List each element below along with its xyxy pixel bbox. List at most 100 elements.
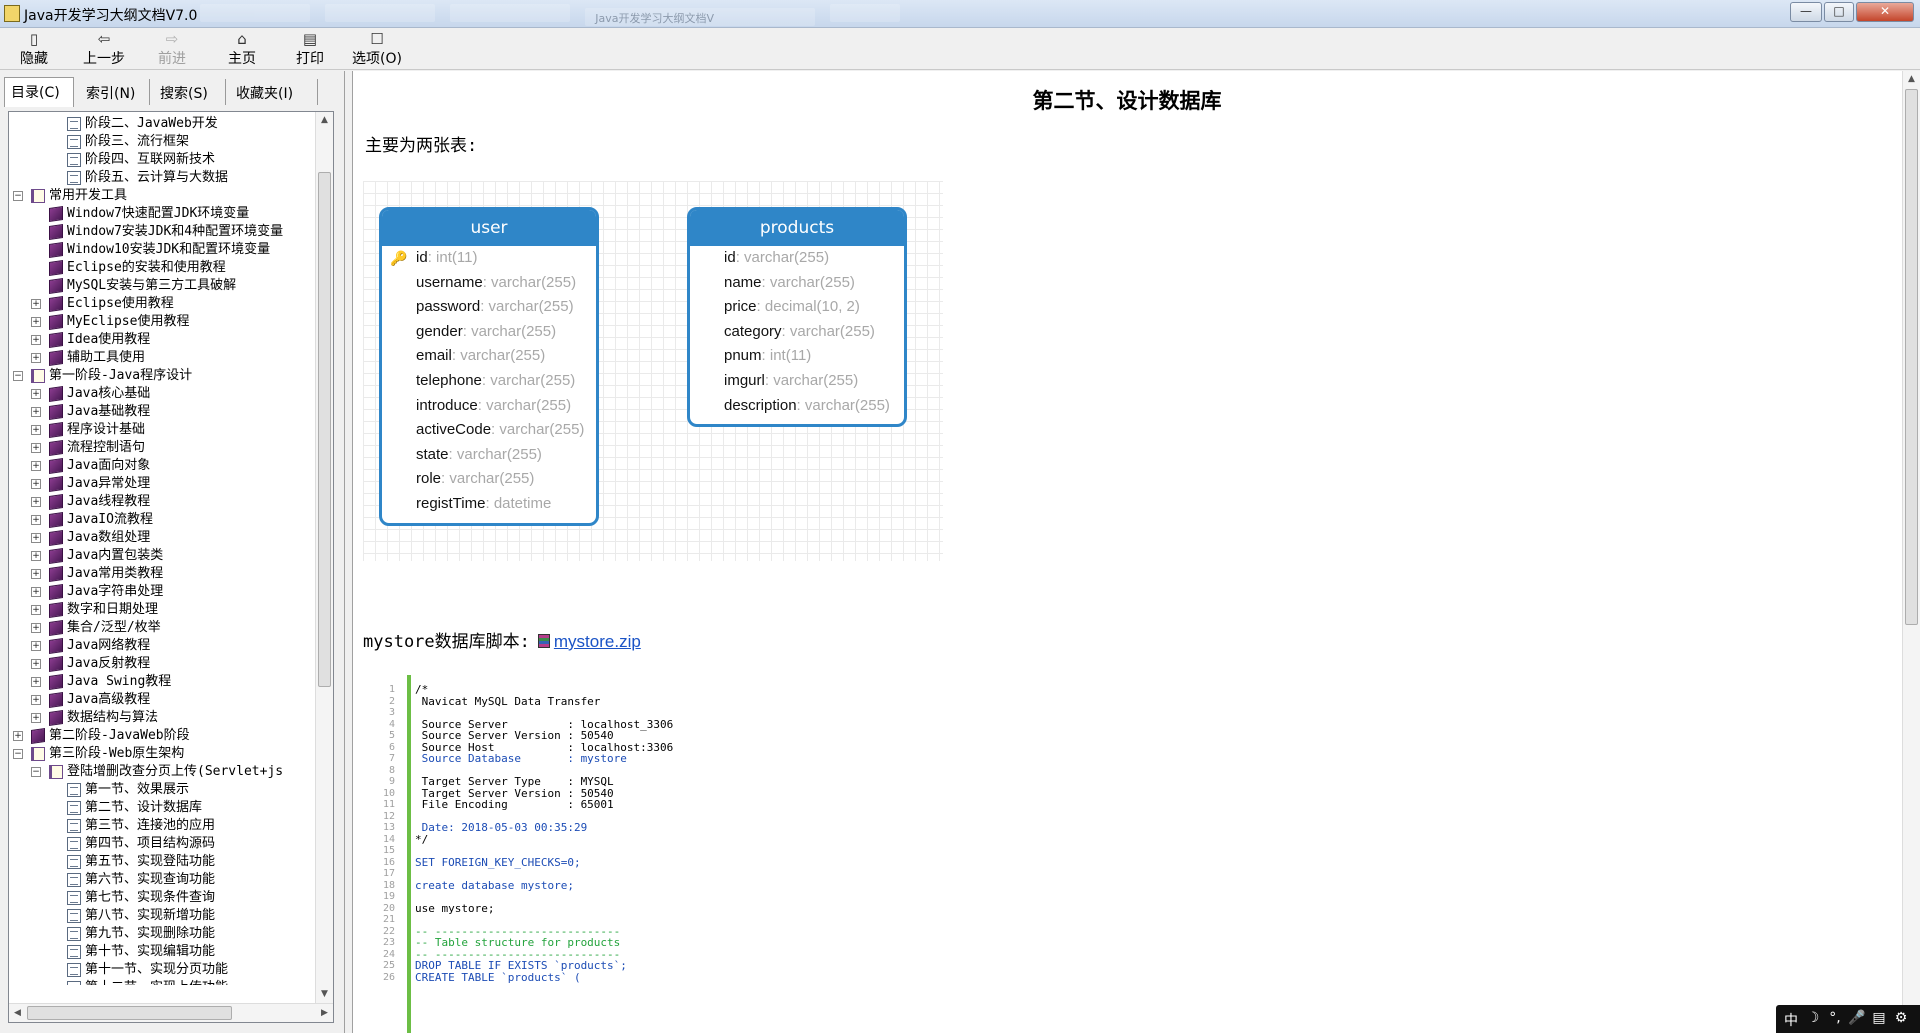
tree-item[interactable]: + Java Swing教程	[9, 673, 315, 691]
tab-contents[interactable]: 目录(C)	[4, 77, 74, 107]
tree-item[interactable]: 第六节、实现查询功能	[9, 871, 315, 889]
tree-item[interactable]: − 登陆增删改查分页上传(Servlet+js	[9, 763, 315, 781]
tab-favorites[interactable]: 收藏夹(I)	[230, 79, 318, 105]
tree-item[interactable]: + Idea使用教程	[9, 331, 315, 349]
scroll-left-arrow-icon[interactable]: ◀	[9, 1004, 26, 1022]
content-scroll-thumb[interactable]	[1905, 89, 1918, 625]
tree-item[interactable]: 阶段四、互联网新技术	[9, 151, 315, 169]
collapse-toggle-icon[interactable]: −	[13, 191, 23, 201]
tree-item[interactable]: + 辅助工具使用	[9, 349, 315, 367]
tree-item[interactable]: + Java线程教程	[9, 493, 315, 511]
tree-item[interactable]: 第十节、实现编辑功能	[9, 943, 315, 961]
ime-mode-icon[interactable]: 中	[1782, 1010, 1800, 1030]
tree-item[interactable]: + Eclipse使用教程	[9, 295, 315, 313]
expand-toggle-icon[interactable]: +	[31, 551, 41, 561]
expand-toggle-icon[interactable]: +	[31, 299, 41, 309]
print-button[interactable]: ▤ 打印	[280, 30, 340, 68]
tree-item[interactable]: Window10安装JDK和配置环境变量	[9, 241, 315, 259]
tree-item[interactable]: 第七节、实现条件查询	[9, 889, 315, 907]
expand-toggle-icon[interactable]: +	[31, 389, 41, 399]
expand-toggle-icon[interactable]: +	[31, 407, 41, 417]
moon-icon[interactable]: ☽	[1804, 1010, 1822, 1026]
scroll-right-arrow-icon[interactable]: ▶	[316, 1004, 333, 1022]
expand-toggle-icon[interactable]: +	[31, 569, 41, 579]
tree-item[interactable]: MySQL安装与第三方工具破解	[9, 277, 315, 295]
tree-item[interactable]: + 流程控制语句	[9, 439, 315, 457]
expand-toggle-icon[interactable]: +	[31, 659, 41, 669]
collapse-toggle-icon[interactable]: −	[31, 767, 41, 777]
tree-item[interactable]: 第三节、连接池的应用	[9, 817, 315, 835]
tree-item[interactable]: Window7安装JDK和4种配置环境变量	[9, 223, 315, 241]
expand-toggle-icon[interactable]: +	[31, 335, 41, 345]
tree-item[interactable]: + Java反射教程	[9, 655, 315, 673]
tree-item[interactable]: + Java核心基础	[9, 385, 315, 403]
tree-horizontal-scrollbar[interactable]: ◀ ▶	[9, 1003, 333, 1022]
tree-item[interactable]: 第一节、效果展示	[9, 781, 315, 799]
tab-index[interactable]: 索引(N)	[80, 79, 150, 105]
expand-toggle-icon[interactable]: +	[31, 677, 41, 687]
expand-toggle-icon[interactable]: +	[31, 515, 41, 525]
expand-toggle-icon[interactable]: +	[31, 353, 41, 363]
expand-toggle-icon[interactable]: +	[31, 425, 41, 435]
tree-item[interactable]: Window7快速配置JDK环境变量	[9, 205, 315, 223]
collapse-toggle-icon[interactable]: −	[13, 749, 23, 759]
tree-item[interactable]: + MyEclipse使用教程	[9, 313, 315, 331]
back-button[interactable]: ⇦ 上一步	[74, 30, 134, 68]
tab-search[interactable]: 搜索(S)	[154, 79, 226, 105]
expand-toggle-icon[interactable]: +	[13, 731, 23, 741]
expand-toggle-icon[interactable]: +	[31, 461, 41, 471]
tree-item[interactable]: − 第三阶段-Web原生架构	[9, 745, 315, 763]
tree-item[interactable]: + Java基础教程	[9, 403, 315, 421]
tree-item[interactable]: + 数字和日期处理	[9, 601, 315, 619]
hide-button[interactable]: ▯ 隐藏	[4, 30, 64, 68]
collapse-toggle-icon[interactable]: −	[13, 371, 23, 381]
tree-item[interactable]: + Java面向对象	[9, 457, 315, 475]
expand-toggle-icon[interactable]: +	[31, 641, 41, 651]
settings-gear-icon[interactable]: ⚙	[1892, 1010, 1910, 1026]
expand-toggle-icon[interactable]: +	[31, 587, 41, 597]
tree-item[interactable]: + Java异常处理	[9, 475, 315, 493]
tree-item[interactable]: + JavaIO流教程	[9, 511, 315, 529]
home-button[interactable]: ⌂ 主页	[212, 30, 272, 68]
tree-item[interactable]: Eclipse的安装和使用教程	[9, 259, 315, 277]
expand-toggle-icon[interactable]: +	[31, 479, 41, 489]
tree-item[interactable]: 第十二节、实现上传功能	[9, 979, 315, 985]
expand-toggle-icon[interactable]: +	[31, 533, 41, 543]
tree-item[interactable]: − 常用开发工具	[9, 187, 315, 205]
punctuation-icon[interactable]: °,	[1826, 1010, 1844, 1026]
tree-item[interactable]: + 程序设计基础	[9, 421, 315, 439]
tree-item[interactable]: + 数据结构与算法	[9, 709, 315, 727]
expand-toggle-icon[interactable]: +	[31, 497, 41, 507]
tree-item[interactable]: 阶段三、流行框架	[9, 133, 315, 151]
tree-item[interactable]: 第二节、设计数据库	[9, 799, 315, 817]
expand-toggle-icon[interactable]: +	[31, 317, 41, 327]
expand-toggle-icon[interactable]: +	[31, 713, 41, 723]
mystore-zip-link[interactable]: mystore.zip	[554, 632, 641, 651]
forward-button[interactable]: ⇨ 前进	[142, 30, 202, 68]
tree-item[interactable]: + 集合/泛型/枚举	[9, 619, 315, 637]
expand-toggle-icon[interactable]: +	[31, 623, 41, 633]
content-vertical-scrollbar[interactable]: ▲	[1902, 71, 1920, 1033]
maximize-button[interactable]: □	[1824, 2, 1854, 22]
tree-item[interactable]: + Java内置包装类	[9, 547, 315, 565]
tree-scroll-thumb[interactable]	[318, 172, 331, 687]
expand-toggle-icon[interactable]: +	[31, 695, 41, 705]
tree-hscroll-thumb[interactable]	[27, 1006, 232, 1020]
tree-item[interactable]: + Java网络教程	[9, 637, 315, 655]
tree-item[interactable]: 第十一节、实现分页功能	[9, 961, 315, 979]
tree-item[interactable]: − 第一阶段-Java程序设计	[9, 367, 315, 385]
scroll-up-arrow-icon[interactable]: ▲	[316, 112, 333, 129]
tree-item[interactable]: + Java字符串处理	[9, 583, 315, 601]
close-button[interactable]: ✕	[1856, 2, 1914, 22]
scroll-up-arrow-icon[interactable]: ▲	[1903, 71, 1920, 88]
minimize-button[interactable]: —	[1790, 2, 1822, 22]
scroll-down-arrow-icon[interactable]: ▼	[316, 986, 333, 1003]
expand-toggle-icon[interactable]: +	[31, 443, 41, 453]
tree-item[interactable]: + Java常用类教程	[9, 565, 315, 583]
tree-item[interactable]: 阶段二、JavaWeb开发	[9, 115, 315, 133]
expand-toggle-icon[interactable]: +	[31, 605, 41, 615]
tree-vertical-scrollbar[interactable]: ▲ ▼	[315, 112, 333, 1003]
tree-item[interactable]: 第九节、实现删除功能	[9, 925, 315, 943]
tree-item[interactable]: + Java高级教程	[9, 691, 315, 709]
keyboard-icon[interactable]: ▤	[1870, 1010, 1888, 1026]
